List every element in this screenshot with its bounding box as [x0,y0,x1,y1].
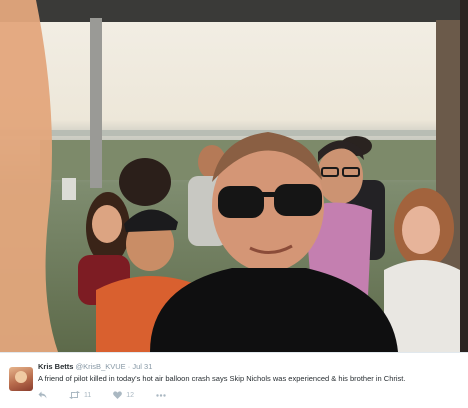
avatar[interactable] [9,367,33,391]
tweet-card: Kris Betts @KrisB_KVUE · Jul 31 A friend… [0,0,468,408]
sunglasses-right-lens [274,184,322,216]
tweet-body: Kris Betts @KrisB_KVUE · Jul 31 A friend… [0,352,468,408]
tweet-photo[interactable] [0,0,468,352]
tweet-header: Kris Betts @KrisB_KVUE · Jul 31 [38,362,152,372]
selfie-photo-illustration [0,0,468,352]
basket-edge-right [460,0,468,352]
basket-top-bar [0,0,468,22]
retweet-icon [69,391,80,399]
tweet-text: A friend of pilot killed in today's hot … [38,374,406,383]
person-back-hair [119,158,171,206]
reply-button[interactable] [38,391,47,399]
tweet-actions: 11 12 [38,389,188,401]
horizon-haze [0,130,468,136]
author-handle[interactable]: @KrisB_KVUE [76,362,126,371]
like-count: 12 [126,391,135,399]
author-name[interactable]: Kris Betts [38,362,73,371]
blurred-arm [0,0,58,352]
more-button[interactable] [156,393,166,397]
more-icon [156,393,166,397]
cap-man-cap [124,209,178,232]
sunglasses-left-lens [218,186,264,218]
retweet-button[interactable]: 11 [69,391,91,399]
heart-icon [113,391,123,399]
like-button[interactable]: 12 [113,391,134,399]
header-separator: · [127,362,131,371]
sunglasses-bridge [260,192,278,197]
retweet-count: 11 [84,391,92,399]
girl-left-face [92,205,122,243]
tweet-date[interactable]: Jul 31 [132,362,152,371]
distant-building [62,178,76,200]
reply-icon [38,391,47,399]
basket-pole-left [90,18,102,188]
girl-right-face [402,206,440,254]
